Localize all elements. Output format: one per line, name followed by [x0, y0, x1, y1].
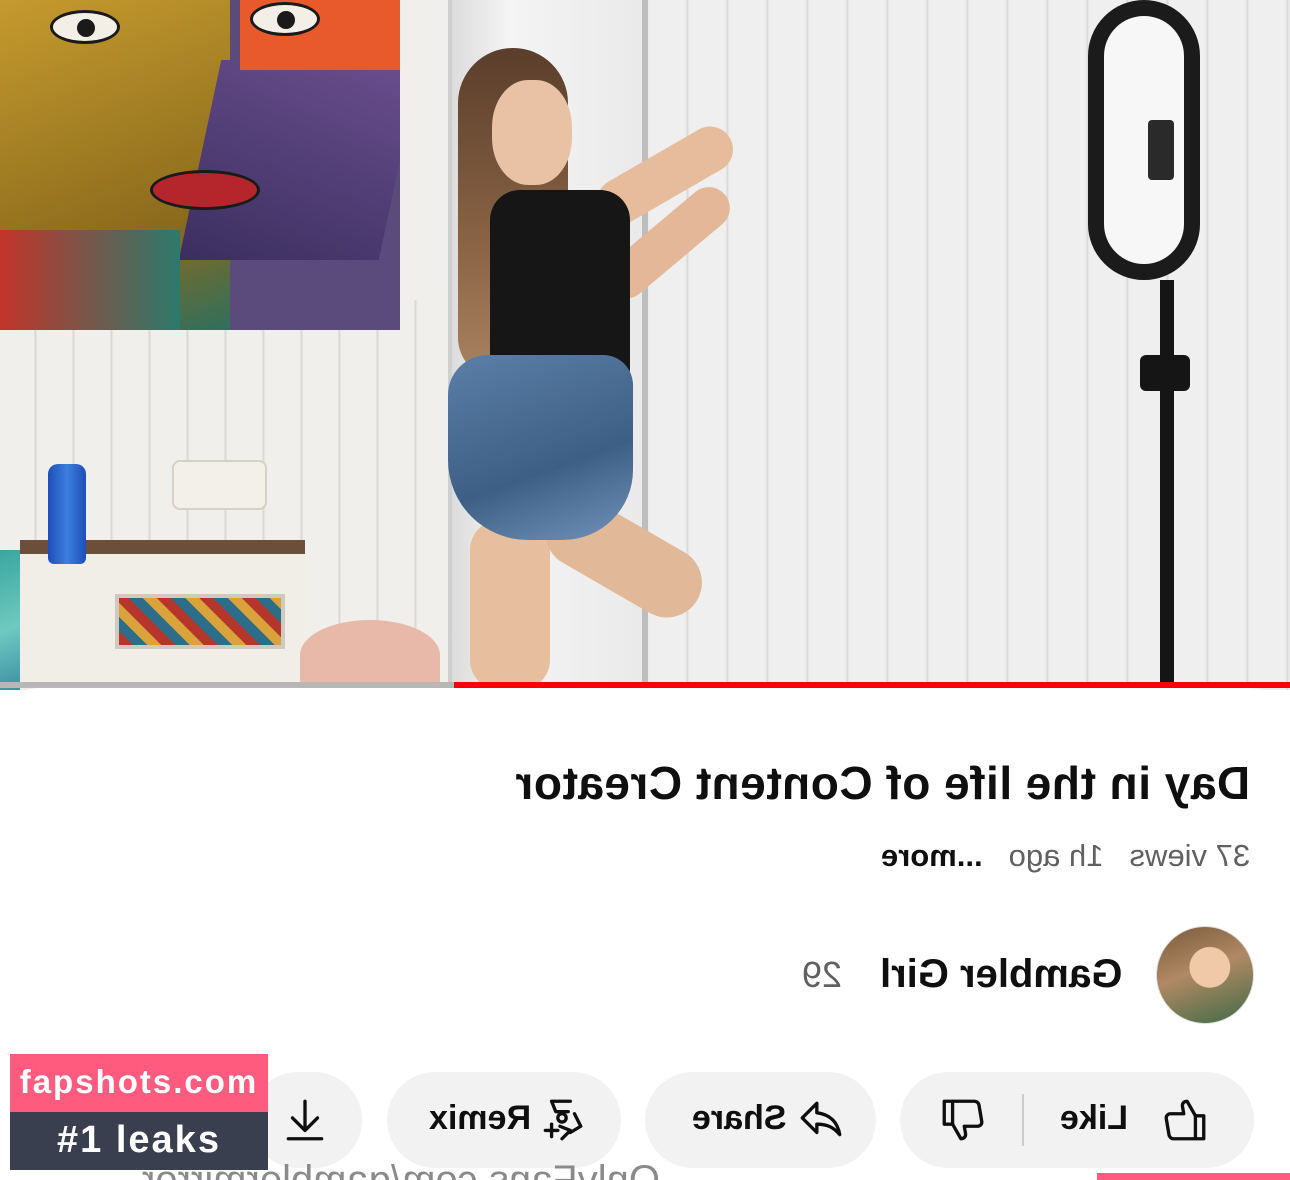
video-title: Day in the life of Content Creator — [514, 757, 1250, 809]
remix-label: Remix — [428, 1099, 531, 1137]
view-count: 37 views — [1129, 838, 1250, 873]
share-icon — [796, 1095, 846, 1150]
share-label: Share — [691, 1099, 787, 1137]
video-frame-tripod-head — [1140, 355, 1190, 391]
video-frame-camera-mount — [1148, 120, 1174, 180]
like-button[interactable]: Like — [1060, 1099, 1128, 1138]
watermark-corner-bar — [1097, 1173, 1290, 1180]
watermark-tagline: #1 leaks — [10, 1112, 268, 1170]
share-button[interactable]: Share — [645, 1072, 876, 1168]
video-frame-person — [440, 40, 760, 690]
like-dislike-chip: Like — [900, 1072, 1254, 1168]
more-link[interactable]: ...more — [881, 838, 983, 874]
channel-name[interactable]: Gambler Girl — [880, 952, 1122, 997]
watermark-site: fapshots.com — [10, 1054, 268, 1112]
video-frame-tapestry — [0, 0, 400, 330]
upload-age: 1h ago — [1008, 838, 1104, 873]
video-frame-plush — [300, 620, 440, 690]
remix-icon — [537, 1095, 587, 1150]
like-icon[interactable] — [1160, 1095, 1210, 1150]
subscriber-count: 29 — [801, 954, 842, 995]
like-divider — [1022, 1094, 1024, 1146]
video-frame-tripod — [1160, 280, 1174, 690]
dislike-icon[interactable] — [938, 1095, 988, 1150]
avatar[interactable] — [1156, 926, 1254, 1024]
download-icon — [280, 1095, 330, 1150]
watermark-site-text: fapshots.com — [19, 1063, 259, 1100]
video-player[interactable] — [0, 0, 1290, 690]
video-frame-ring-light — [1088, 0, 1200, 280]
video-meta-row: 37 views 1h ago ...more — [810, 838, 1250, 878]
video-frame-bottle — [48, 464, 86, 564]
video-frame-bag — [172, 460, 267, 510]
watermark-tagline-text: #1 leaks — [57, 1119, 221, 1161]
channel-row[interactable]: Gambler Girl 29 — [784, 926, 1254, 1026]
